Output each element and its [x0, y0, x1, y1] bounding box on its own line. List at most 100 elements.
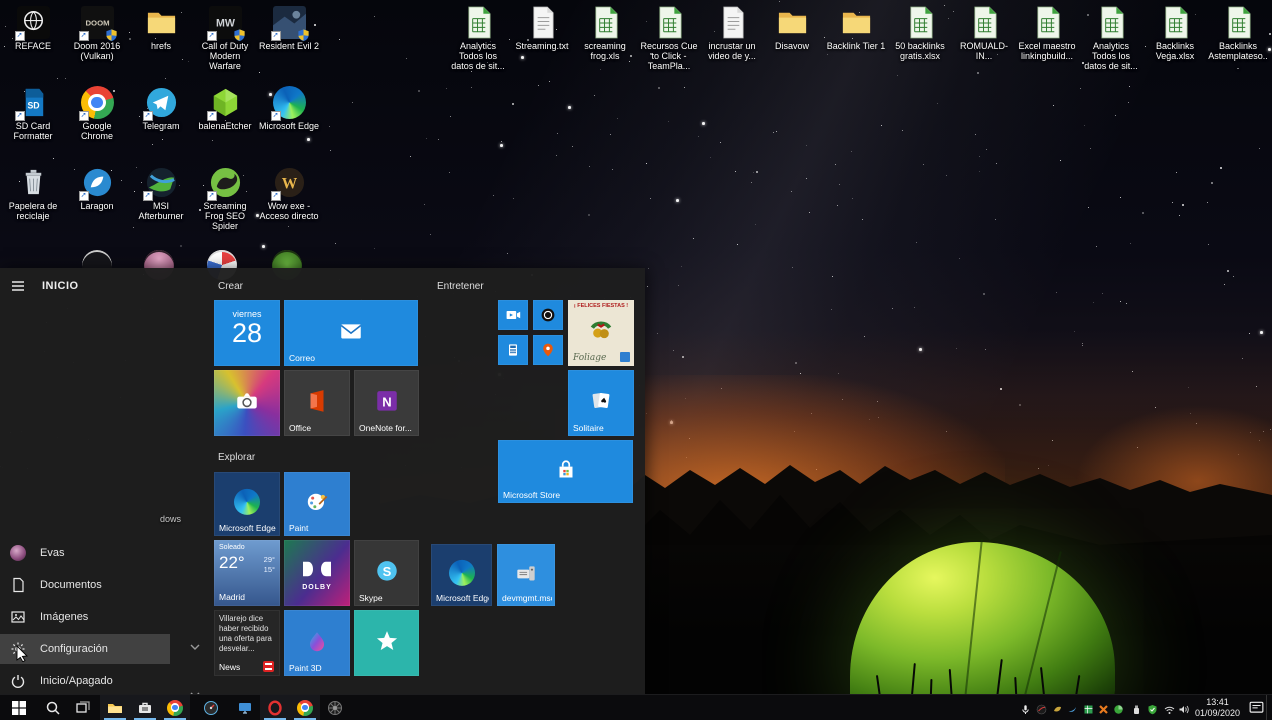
- task-view-button[interactable]: [68, 695, 98, 720]
- icon-romuald[interactable]: ROMUALD-IN...: [953, 6, 1015, 61]
- tray-msi-center-icon[interactable]: [1034, 695, 1049, 720]
- reface-icon: ➚: [14, 6, 50, 41]
- tile-correo[interactable]: Correo: [284, 300, 418, 366]
- desktop-icon-label: Screaming Frog SEO Spider: [203, 201, 247, 232]
- hamburger-menu-icon[interactable]: [10, 278, 26, 294]
- tray-pie-icon[interactable]: [1111, 695, 1126, 720]
- tile-el-tiempo[interactable]: Soleado 22° 29° 15° Madrid: [214, 540, 280, 606]
- taskbar-afterburner[interactable]: [196, 695, 226, 720]
- gridg-glyph: [1083, 702, 1094, 714]
- tile-mapas[interactable]: [533, 335, 563, 365]
- desktop-icon-label: incrustar un video de y...: [708, 41, 756, 62]
- tray-microphone-icon[interactable]: [1018, 695, 1033, 720]
- icon-backlink-tier-1[interactable]: Backlink Tier 1: [825, 6, 887, 51]
- taskbar-clock[interactable]: 13:41 01/09/2020: [1195, 696, 1240, 720]
- taskbar-file-explorer[interactable]: [100, 695, 130, 720]
- icon-screaming-frog-xls[interactable]: screaming frog.xls: [574, 6, 636, 61]
- tray-spreadsheet-icon[interactable]: [1081, 695, 1096, 720]
- tile-paint[interactable]: Paint: [284, 472, 350, 536]
- icon-recursos-cue[interactable]: Recursos Cue to Click - TeamPla...: [638, 6, 700, 71]
- icon-hrefs[interactable]: hrefs: [130, 6, 192, 51]
- tile-fotos[interactable]: ¡ FELICES FIESTAS ! Foliage: [568, 300, 634, 366]
- nav-pictures[interactable]: Imágenes: [0, 602, 170, 632]
- icon-microsoft-edge[interactable]: ➚ Microsoft Edge: [258, 86, 320, 131]
- icon-backlinks-astemplates[interactable]: Backlinks Astemplateso...: [1207, 6, 1269, 71]
- tile-microsoft-edge-2[interactable]: Microsoft Edge: [431, 544, 492, 606]
- sheet-calc-icon: [1222, 6, 1255, 39]
- tray-orange-x-icon[interactable]: [1096, 695, 1111, 720]
- icon-wow-exe[interactable]: W ➚ Wow exe - Acceso directo: [258, 166, 320, 221]
- weather-high-low: 29° 15°: [263, 555, 275, 574]
- tile-calculadora[interactable]: [498, 335, 528, 365]
- icon-backlinks-vega[interactable]: Backlinks Vega.xlsx: [1144, 6, 1206, 61]
- tile-microsoft-store[interactable]: Microsoft Store: [498, 440, 633, 503]
- movies-icon: [505, 307, 521, 323]
- icon-analytics-todos-2[interactable]: Analytics Todos los datos de sit...: [1080, 6, 1142, 71]
- icon-reface[interactable]: ➚ REFACE: [2, 6, 64, 51]
- tile-office[interactable]: Office: [284, 370, 350, 436]
- icon-analytics-todos[interactable]: Analytics Todos los datos de sit...: [447, 6, 509, 71]
- icon-doom-2016[interactable]: DOOM ➚ Doom 2016 (Vulkan): [66, 6, 128, 61]
- tray-antivirus-shield-icon[interactable]: [1145, 695, 1160, 720]
- icon-sd-card-formatter[interactable]: SD ➚ SD Card Formatter: [2, 86, 64, 141]
- icon-papelera[interactable]: Papelera de reciclaje: [2, 166, 64, 221]
- icon-google-chrome[interactable]: ➚ Google Chrome: [66, 86, 128, 141]
- tile-skype[interactable]: S Skype: [354, 540, 419, 606]
- search-button[interactable]: [38, 695, 68, 720]
- tile-solitaire[interactable]: Solitaire: [568, 370, 634, 436]
- icon-disavow[interactable]: Disavow: [761, 6, 823, 51]
- taskbar-chrome-profile-2[interactable]: [290, 695, 320, 720]
- action-center-icon[interactable]: [1249, 700, 1264, 715]
- icon-cod-mw[interactable]: MW ➚ Call of Duty Modern Warfare: [194, 6, 256, 71]
- tile-label: Office: [289, 423, 312, 433]
- icon-laragon[interactable]: ➚ Laragon: [66, 166, 128, 211]
- icon-50-backlinks[interactable]: 50 backlinks gratis.xlsx: [889, 6, 951, 61]
- tile-microsoft-edge[interactable]: Microsoft Edge: [214, 472, 280, 536]
- nav-user[interactable]: Evas: [0, 538, 170, 568]
- tile-camara[interactable]: [214, 370, 280, 436]
- group-collapse-chevron-icon[interactable]: [189, 640, 201, 652]
- sheet-calc-icon: [968, 6, 1001, 39]
- shortcut-arrow-overlay: ➚: [14, 111, 25, 121]
- tile-paint-3d[interactable]: Paint 3D: [284, 610, 350, 676]
- taskbar-wheel-app[interactable]: [320, 695, 350, 720]
- tile-groove[interactable]: [533, 300, 563, 330]
- taskbar-opera[interactable]: [260, 695, 290, 720]
- taskbar-chrome[interactable]: [160, 695, 190, 720]
- star-icon: [374, 628, 400, 654]
- tile-calendario[interactable]: viernes 28: [214, 300, 280, 366]
- tray-blue-app-icon[interactable]: [1065, 695, 1080, 720]
- tile-peliculas-y-tv[interactable]: [498, 300, 528, 330]
- tile-label: Microsoft Edge: [436, 593, 489, 603]
- desktop-icon-label: MSI Afterburner: [138, 201, 184, 222]
- sheet-calc-icon: [904, 6, 937, 39]
- news-source-label: News: [219, 662, 241, 672]
- nav-documents[interactable]: Documentos: [0, 570, 170, 600]
- tray-network-icon[interactable]: [1162, 695, 1177, 720]
- icon-telegram[interactable]: ➚ Telegram: [130, 86, 192, 131]
- icon-excel-maestro[interactable]: Excel maestro linkingbuild...: [1016, 6, 1078, 61]
- tile-dolby[interactable]: DOLBY: [284, 540, 350, 606]
- tray-leaf-icon[interactable]: [1050, 695, 1065, 720]
- icon-streaming-txt[interactable]: Streaming.txt: [511, 6, 573, 51]
- leaf-glyph: [1052, 702, 1063, 713]
- taskbar-remote-desktop[interactable]: [230, 695, 260, 720]
- icon-msi-afterburner[interactable]: ➚ MSI Afterburner: [130, 166, 192, 221]
- uac-shield-overlay: [233, 28, 246, 42]
- tray-usb-icon[interactable]: [1129, 695, 1144, 720]
- icon-resident-evil-2[interactable]: ➚ Resident Evil 2: [258, 6, 320, 51]
- icon-screaming-frog-seo[interactable]: ➚ Screaming Frog SEO Spider: [194, 166, 256, 231]
- tile-news[interactable]: Villarejo dice haber recibido una oferta…: [214, 610, 280, 676]
- tile-star[interactable]: [354, 610, 419, 676]
- icon-balena-etcher[interactable]: ➚ balenaEtcher: [194, 86, 256, 131]
- icon-incrustar-video[interactable]: incrustar un video de y...: [701, 6, 763, 61]
- show-desktop-button[interactable]: [1266, 695, 1272, 720]
- tile-devmgmt[interactable]: devmgmt.msc: [497, 544, 555, 606]
- shortcut-arrow-overlay: ➚: [206, 111, 217, 121]
- nav-item-label: Inicio/Apagado: [40, 675, 113, 687]
- nav-power[interactable]: Inicio/Apagado: [0, 666, 170, 696]
- taskbar-briefcase-app[interactable]: [130, 695, 160, 720]
- tray-volume-icon[interactable]: [1176, 695, 1191, 720]
- start-button[interactable]: [0, 695, 38, 720]
- tile-onenote[interactable]: N OneNote for...: [354, 370, 419, 436]
